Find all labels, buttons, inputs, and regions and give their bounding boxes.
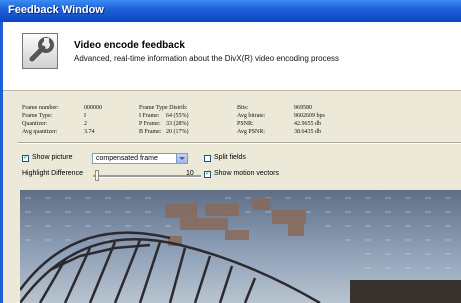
show-motion-vectors-label[interactable]: Show motion vectors [214,170,279,177]
stat-value: 2 [84,121,87,127]
picture-mode-select[interactable]: compensated frame [92,153,188,164]
divider [18,142,461,144]
split-fields-label[interactable]: Split fields [214,154,246,161]
header-title: Video encode feedback [74,40,185,51]
header-subtitle: Advanced, real-time information about th… [74,54,340,63]
stats-values-col2: 64 (55%) 33 (28%) 20 (17%) [166,104,189,136]
stats-labels-col1: Frame number: Frame Type: Quantizer: Avg… [22,104,59,136]
stats-values-col3: 969580 9602609 bps 42.9655 db 38.6435 db [294,104,325,136]
video-preview [20,190,461,303]
highlight-difference-label: Highlight Difference [22,170,83,177]
stat-label: Avg bitrate: [237,113,266,119]
stat-value [166,104,189,112]
stats-labels-col3: Bits: Avg bitrate: PSNR: Avg PSNR: [237,104,265,136]
stat-value: 33 (28%) [166,121,189,127]
stat-label: Frame number: [22,105,59,111]
split-fields-checkbox[interactable] [204,155,211,162]
stats-values-col1: 000000 I 2 3.74 [84,104,102,136]
stat-label: Bits: [237,105,249,111]
show-picture-checkbox[interactable] [22,153,29,162]
stat-label: Quantizer: [22,121,48,127]
stat-value: 3.74 [84,129,95,135]
show-picture-label[interactable]: Show picture [32,154,72,161]
chevron-down-icon[interactable] [176,154,187,163]
title-bar: Feedback Window [0,0,461,22]
stat-value: 969580 [294,105,312,111]
stat-value: I [84,113,86,119]
foreground-structure [350,280,461,303]
stat-label: PSNR: [237,121,254,127]
stat-value: 000000 [84,105,102,111]
highlight-slider-thumb[interactable] [95,170,99,181]
stat-value: 64 (55%) [166,113,189,119]
stat-label: Avg quantizer: [22,129,58,135]
stat-value: 42.9655 db [294,121,321,127]
show-motion-vectors-checkbox[interactable] [204,169,211,178]
window-title: Feedback Window [8,4,104,16]
highlight-value: 10 [186,170,194,177]
highlight-slider-track[interactable] [93,175,201,178]
stat-value: 20 (17%) [166,129,189,135]
stat-value: 9602609 bps [294,113,325,119]
picture-mode-value: compensated frame [96,155,158,162]
stat-label: Frame Type: [22,113,53,119]
stat-value: 38.6435 db [294,129,321,135]
wrench-icon [22,33,58,69]
stat-label: Avg PSNR: [237,129,266,135]
